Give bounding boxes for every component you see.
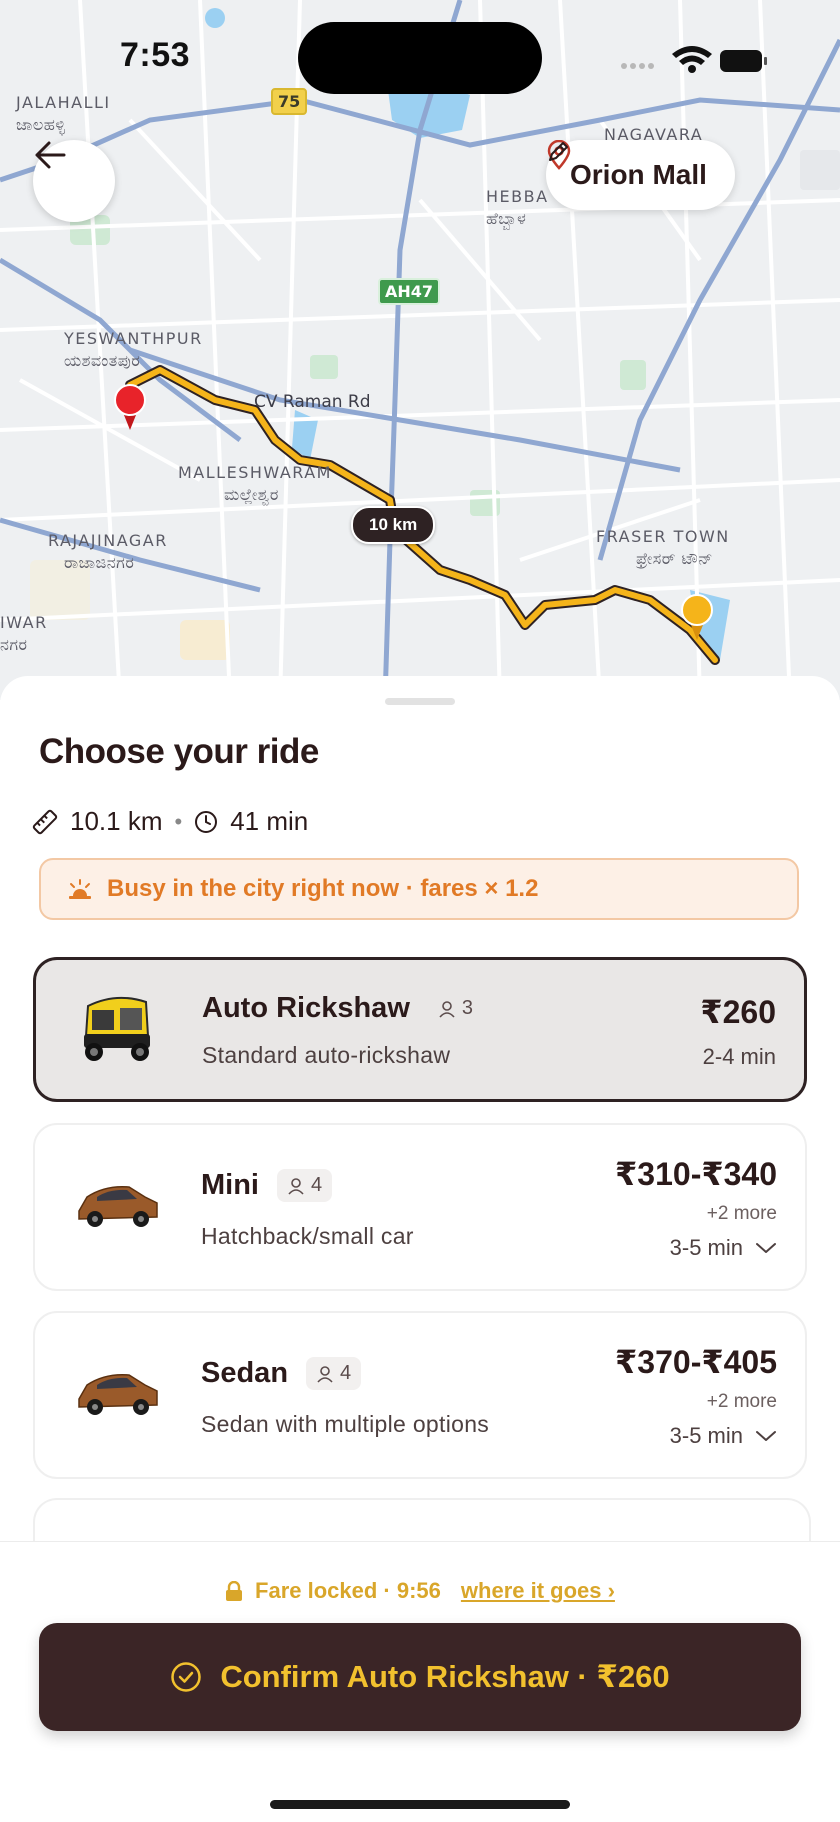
battery-icon bbox=[720, 50, 767, 72]
map-area-label: HEBBA ಹೆಬ್ಬಾಳ bbox=[486, 187, 549, 228]
edit-pencil-icon bbox=[549, 142, 568, 161]
back-button[interactable] bbox=[33, 140, 115, 222]
meta-separator: • bbox=[174, 808, 183, 834]
clock-icon bbox=[195, 810, 218, 833]
more-options: +2 more bbox=[706, 1391, 777, 1412]
ride-description: Hatchback/small car bbox=[201, 1223, 414, 1249]
map-area-label: MALLESHWARAM ಮಲ್ಲೇಶ್ವರ bbox=[178, 463, 332, 504]
wifi-icon bbox=[672, 46, 712, 73]
ride-name: Auto Rickshaw 3 bbox=[202, 992, 483, 1025]
sheet-title: Choose your ride bbox=[39, 732, 319, 771]
surge-banner: Busy in the city right now · fares × 1.2 bbox=[39, 858, 799, 920]
highway-shield: 75 bbox=[271, 88, 308, 115]
trip-distance: 10.1 km bbox=[70, 806, 163, 836]
ride-description: Standard auto-rickshaw bbox=[202, 1042, 451, 1068]
ride-price: ₹370-₹405 bbox=[615, 1344, 777, 1380]
ride-option-auto-rickshaw[interactable]: Auto Rickshaw 3 Standard auto-rickshaw ₹… bbox=[33, 957, 807, 1102]
dynamic-island bbox=[298, 22, 542, 94]
ride-eta[interactable]: 3-5 min bbox=[670, 1423, 777, 1449]
ride-price: ₹260 bbox=[700, 994, 776, 1030]
map-area-label: RAJAJINAGAR ರಾಜಾಜಿನಗರ bbox=[48, 531, 168, 572]
surge-text: Busy in the city right now · fares × 1.2 bbox=[107, 875, 539, 902]
road-label: CV Raman Rd bbox=[254, 392, 371, 412]
seat-count-value: 4 bbox=[340, 1362, 352, 1384]
siren-icon bbox=[69, 879, 91, 899]
status-time: 7:53 bbox=[120, 36, 191, 74]
car-icon bbox=[78, 1185, 158, 1227]
car-icon bbox=[78, 1373, 158, 1415]
person-icon bbox=[317, 1365, 333, 1383]
seat-count: 4 bbox=[306, 1357, 362, 1390]
confirm-footer: Fare locked · 9:56 where it goes › Confi… bbox=[0, 1541, 840, 1822]
auto-rickshaw-icon bbox=[84, 996, 150, 1061]
ruler-icon bbox=[32, 809, 58, 834]
ride-price: ₹310-₹340 bbox=[615, 1156, 777, 1192]
chevron-down-icon bbox=[756, 1243, 776, 1253]
ride-eta-value: 3-5 min bbox=[669, 1235, 743, 1260]
seat-count: 3 bbox=[428, 992, 483, 1025]
map-area-label: FRASER TOWN ಫ್ರೇಸರ್ ಟೌನ್ bbox=[596, 527, 730, 568]
ride-name-label: Mini bbox=[201, 1169, 259, 1201]
seat-count: 4 bbox=[277, 1169, 333, 1202]
sheet-grabber[interactable] bbox=[385, 698, 455, 705]
destination-chip[interactable]: Orion Mall bbox=[546, 140, 735, 210]
seat-count-value: 3 bbox=[461, 997, 473, 1019]
fare-lock-row: Fare locked · 9:56 where it goes › bbox=[0, 1578, 840, 1604]
route-distance-badge: 10 km bbox=[351, 506, 436, 544]
ride-eta[interactable]: 3-5 min bbox=[670, 1235, 777, 1261]
home-indicator bbox=[270, 1800, 570, 1809]
ride-name: Sedan 4 bbox=[201, 1357, 362, 1390]
ride-name-label: Auto Rickshaw bbox=[202, 992, 410, 1024]
route-map[interactable]: JALAHALLI ಜಾಲಹಳ್ಳಿ HEBBA ಹೆಬ್ಬಾಳ YESWANTHP… bbox=[0, 0, 840, 700]
ride-option-mini[interactable]: Mini 4 Hatchback/small car ₹310-₹340 +2 … bbox=[33, 1123, 807, 1291]
chevron-down-icon bbox=[756, 1431, 776, 1441]
fare-info-link[interactable]: where it goes › bbox=[461, 1578, 615, 1604]
cellular-signal-icon bbox=[621, 63, 654, 69]
more-options: +2 more bbox=[706, 1203, 777, 1224]
map-area-label: IWAR ನಗರ bbox=[0, 613, 48, 654]
arrow-left-icon bbox=[35, 141, 66, 169]
ride-name-label: Sedan bbox=[201, 1357, 289, 1389]
lock-icon bbox=[226, 1581, 243, 1601]
highway-shield: AH47 bbox=[378, 278, 441, 305]
confirm-ride-button[interactable]: Confirm Auto Rickshaw · ₹260 bbox=[39, 1623, 801, 1731]
person-icon bbox=[439, 1000, 455, 1018]
seat-count-value: 4 bbox=[311, 1174, 323, 1196]
confirm-ride-label: Confirm Auto Rickshaw · ₹260 bbox=[220, 1659, 670, 1694]
ride-description: Sedan with multiple options bbox=[201, 1411, 490, 1437]
ride-eta-value: 3-5 min bbox=[669, 1423, 743, 1448]
map-area-label: YESWANTHPUR ಯಶವಂತಪುರ bbox=[64, 329, 203, 370]
map-area-label: JALAHALLI ಜಾಲಹಳ್ಳಿ bbox=[16, 93, 111, 134]
trip-duration: 41 min bbox=[230, 806, 309, 836]
ride-name: Mini 4 bbox=[201, 1169, 333, 1202]
destination-name: Orion Mall bbox=[570, 159, 707, 190]
ride-option-sedan[interactable]: Sedan 4 Sedan with multiple options ₹370… bbox=[33, 1311, 807, 1479]
ride-eta-value: 2-4 min bbox=[702, 1044, 776, 1069]
check-circle-icon bbox=[171, 1662, 202, 1692]
person-icon bbox=[288, 1177, 304, 1195]
ride-eta: 2-4 min bbox=[703, 1044, 776, 1070]
trip-meta: 10.1 km • 41 min bbox=[32, 806, 308, 837]
fare-lock-text: Fare locked · 9:56 bbox=[255, 1578, 441, 1603]
